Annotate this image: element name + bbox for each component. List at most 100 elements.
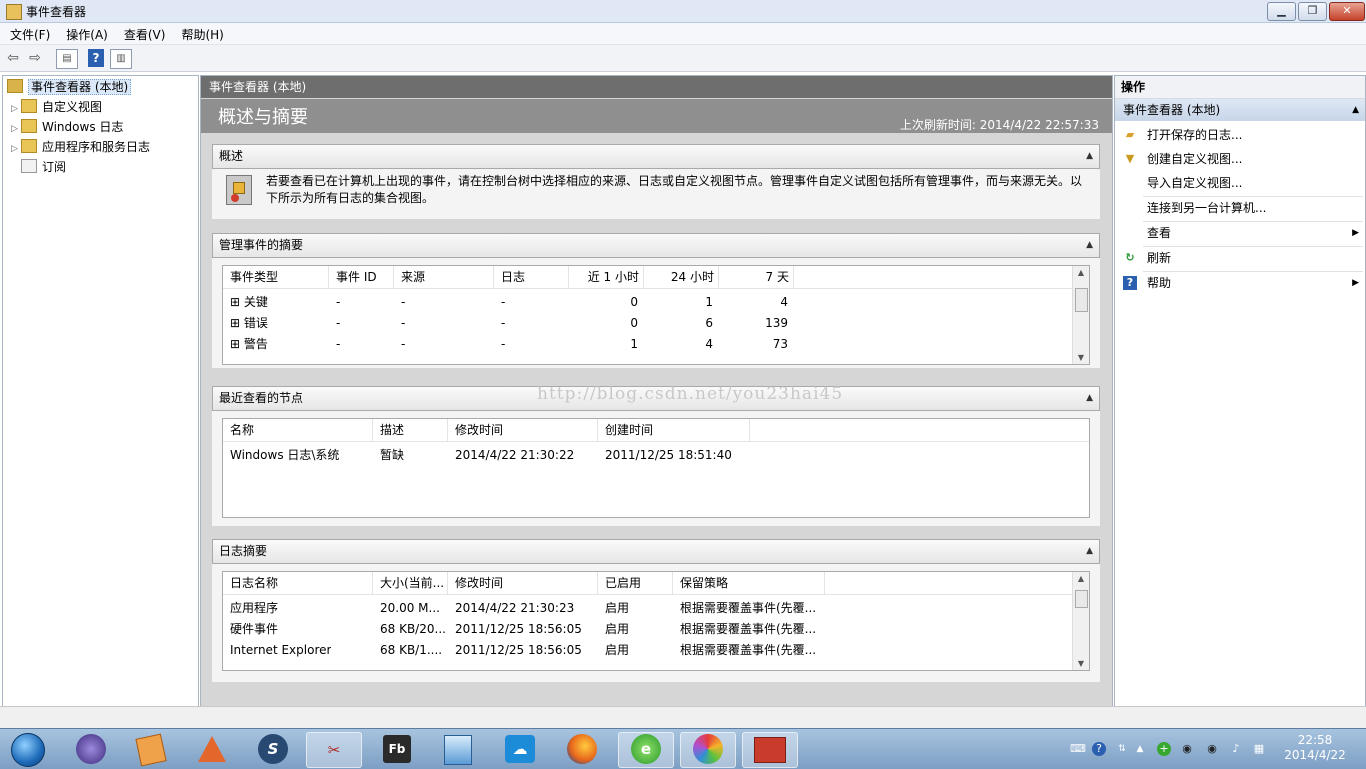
scroll-down-arrow-icon[interactable]: ▼: [1073, 659, 1089, 668]
collapse-icon[interactable]: ▲: [1086, 234, 1093, 257]
action-create-custom-view[interactable]: ▼ 创建自定义视图...: [1115, 147, 1365, 171]
action-refresh[interactable]: ↻ 刷新: [1115, 246, 1365, 270]
expand-arrow-icon[interactable]: ▷: [11, 100, 21, 118]
minimize-button[interactable]: ▁: [1267, 2, 1296, 21]
table-row[interactable]: ⊞ 警告 - - - 1 4 73: [223, 334, 1073, 354]
column-header[interactable]: 事件类型: [223, 266, 329, 288]
column-header[interactable]: 7 天: [719, 266, 794, 288]
column-header[interactable]: 近 1 小时: [569, 266, 644, 288]
firefox-icon[interactable]: [555, 732, 609, 766]
action-import-custom-view[interactable]: 导入自定义视图...: [1115, 171, 1365, 195]
keyboard-icon[interactable]: ⌨: [1070, 742, 1086, 756]
table-row[interactable]: 应用程序 20.00 M... 2014/4/22 21:30:23 启用 根据…: [223, 598, 1073, 618]
admin-summary-header[interactable]: 管理事件的摘要 ▲: [212, 233, 1100, 258]
toolbar: ⇦ ⇨ ▤ ? ▥: [0, 45, 1366, 72]
table-row[interactable]: Windows 日志\系统 暂缺 2014/4/22 21:30:22 2011…: [223, 445, 1089, 465]
vertical-scrollbar[interactable]: ▲ ▼: [1072, 572, 1089, 670]
page-title: 概述与摘要: [218, 107, 308, 128]
column-header[interactable]: 已启用: [598, 572, 673, 594]
center-header: 事件查看器 (本地): [201, 76, 1112, 98]
column-header[interactable]: 名称: [223, 419, 373, 441]
browser-icon[interactable]: e: [618, 732, 674, 768]
tree-item-subscriptions[interactable]: 订阅: [21, 158, 66, 176]
column-header[interactable]: 事件 ID: [329, 266, 394, 288]
language-bar-icon[interactable]: ⇅: [1115, 742, 1129, 756]
qq-icon[interactable]: ◉: [1205, 742, 1219, 756]
column-header[interactable]: 保留策略: [673, 572, 825, 594]
flash-builder-icon[interactable]: Fb: [370, 732, 424, 766]
tree-item-windows-logs[interactable]: ▷ Windows 日志: [11, 118, 123, 136]
column-header[interactable]: 修改时间: [448, 572, 598, 594]
collapse-icon[interactable]: ▲: [1352, 99, 1359, 121]
back-arrow-icon[interactable]: ⇦: [4, 49, 22, 67]
collapse-icon[interactable]: ▲: [1086, 540, 1093, 563]
forward-arrow-icon[interactable]: ⇨: [26, 49, 44, 67]
expand-arrow-icon[interactable]: ▷: [11, 140, 21, 158]
expand-box-icon[interactable]: ⊞: [230, 295, 240, 309]
column-header[interactable]: 24 小时: [644, 266, 719, 288]
sublime-icon[interactable]: S: [246, 732, 300, 766]
volume-icon[interactable]: ♪: [1229, 742, 1243, 756]
qq-icon[interactable]: ◉: [1180, 742, 1194, 756]
show-hidden-icons-icon[interactable]: ▲: [1133, 742, 1147, 756]
column-header[interactable]: 日志: [494, 266, 569, 288]
expand-arrow-icon[interactable]: ▷: [11, 120, 21, 138]
table-row[interactable]: Internet Explorer 68 KB/1.... 2011/12/25…: [223, 640, 1073, 660]
column-header[interactable]: 来源: [394, 266, 494, 288]
system-clock[interactable]: 22:58 2014/4/22: [1275, 733, 1355, 763]
show-hide-action-pane-icon[interactable]: ▥: [110, 49, 132, 69]
menu-file[interactable]: 文件(F): [10, 26, 50, 43]
table-row[interactable]: ⊞ 错误 - - - 0 6 139: [223, 313, 1073, 333]
paint-icon[interactable]: [124, 732, 178, 767]
expand-box-icon[interactable]: ⊞: [230, 316, 240, 330]
collapse-icon[interactable]: ▲: [1086, 387, 1093, 410]
menu-action[interactable]: 操作(A): [66, 26, 108, 43]
overview-section-header[interactable]: 概述 ▲: [212, 144, 1100, 169]
column-header[interactable]: 修改时间: [448, 419, 598, 441]
help-tray-icon[interactable]: ?: [1092, 742, 1106, 756]
tree-item-custom-views[interactable]: ▷ 自定义视图: [11, 98, 102, 116]
scroll-down-arrow-icon[interactable]: ▼: [1073, 353, 1089, 362]
column-header[interactable]: 日志名称: [223, 572, 373, 594]
log-summary-header[interactable]: 日志摘要 ▲: [212, 539, 1100, 564]
table-row[interactable]: ⊞ 关键 - - - 0 1 4: [223, 292, 1073, 312]
table-row[interactable]: 硬件事件 68 KB/20... 2011/12/25 18:56:05 启用 …: [223, 619, 1073, 639]
eclipse-icon[interactable]: [64, 732, 118, 766]
action-help[interactable]: ? 帮助 ▶: [1115, 271, 1365, 295]
menu-help[interactable]: 帮助(H): [181, 26, 223, 43]
actions-group-header[interactable]: 事件查看器 (本地) ▲: [1115, 99, 1365, 121]
scroll-thumb[interactable]: [1075, 590, 1088, 608]
matlab-icon[interactable]: [185, 732, 239, 766]
snipping-tool-icon[interactable]: ✂: [306, 732, 362, 768]
tree-item-event-viewer-local[interactable]: 事件查看器 (本地): [7, 78, 132, 96]
watermark: http://blog.csdn.net/you23hai45: [537, 384, 844, 404]
taskbar: S ✂ Fb ☁ e ⌨ ? ⇅ ▲ + ◉ ◉ ♪ ▦ 22:58 2014/…: [0, 728, 1366, 769]
virtualbox-icon[interactable]: [431, 732, 485, 766]
expand-box-icon[interactable]: ⊞: [230, 337, 240, 351]
help-icon[interactable]: ?: [88, 49, 104, 67]
start-button[interactable]: [2, 730, 52, 768]
column-header[interactable]: 大小(当前...: [373, 572, 448, 594]
column-header[interactable]: 描述: [373, 419, 448, 441]
scroll-thumb[interactable]: [1075, 288, 1088, 312]
network-icon[interactable]: ▦: [1252, 742, 1266, 756]
action-open-saved-log[interactable]: ▰ 打开保存的日志...: [1115, 123, 1365, 147]
menu-view[interactable]: 查看(V): [124, 26, 166, 43]
submenu-arrow-icon: ▶: [1352, 228, 1359, 238]
column-header[interactable]: 创建时间: [598, 419, 750, 441]
collapse-icon[interactable]: ▲: [1086, 145, 1093, 168]
folder-icon: [21, 99, 37, 113]
vertical-scrollbar[interactable]: ▲ ▼: [1072, 266, 1089, 364]
scroll-up-arrow-icon[interactable]: ▲: [1073, 574, 1089, 583]
cloud-drive-icon[interactable]: ☁: [493, 732, 547, 766]
restore-button[interactable]: ❐: [1298, 2, 1327, 21]
tree-item-app-service-logs[interactable]: ▷ 应用程序和服务日志: [11, 138, 150, 156]
action-connect-computer[interactable]: 连接到另一台计算机...: [1115, 196, 1365, 220]
toolbox-icon[interactable]: [742, 732, 798, 768]
show-hide-tree-icon[interactable]: ▤: [56, 49, 78, 69]
security-tray-icon[interactable]: +: [1157, 742, 1171, 756]
close-button[interactable]: ✕: [1329, 2, 1365, 21]
action-view[interactable]: 查看 ▶: [1115, 221, 1365, 245]
color-app-icon[interactable]: [680, 732, 736, 768]
scroll-up-arrow-icon[interactable]: ▲: [1073, 268, 1089, 277]
